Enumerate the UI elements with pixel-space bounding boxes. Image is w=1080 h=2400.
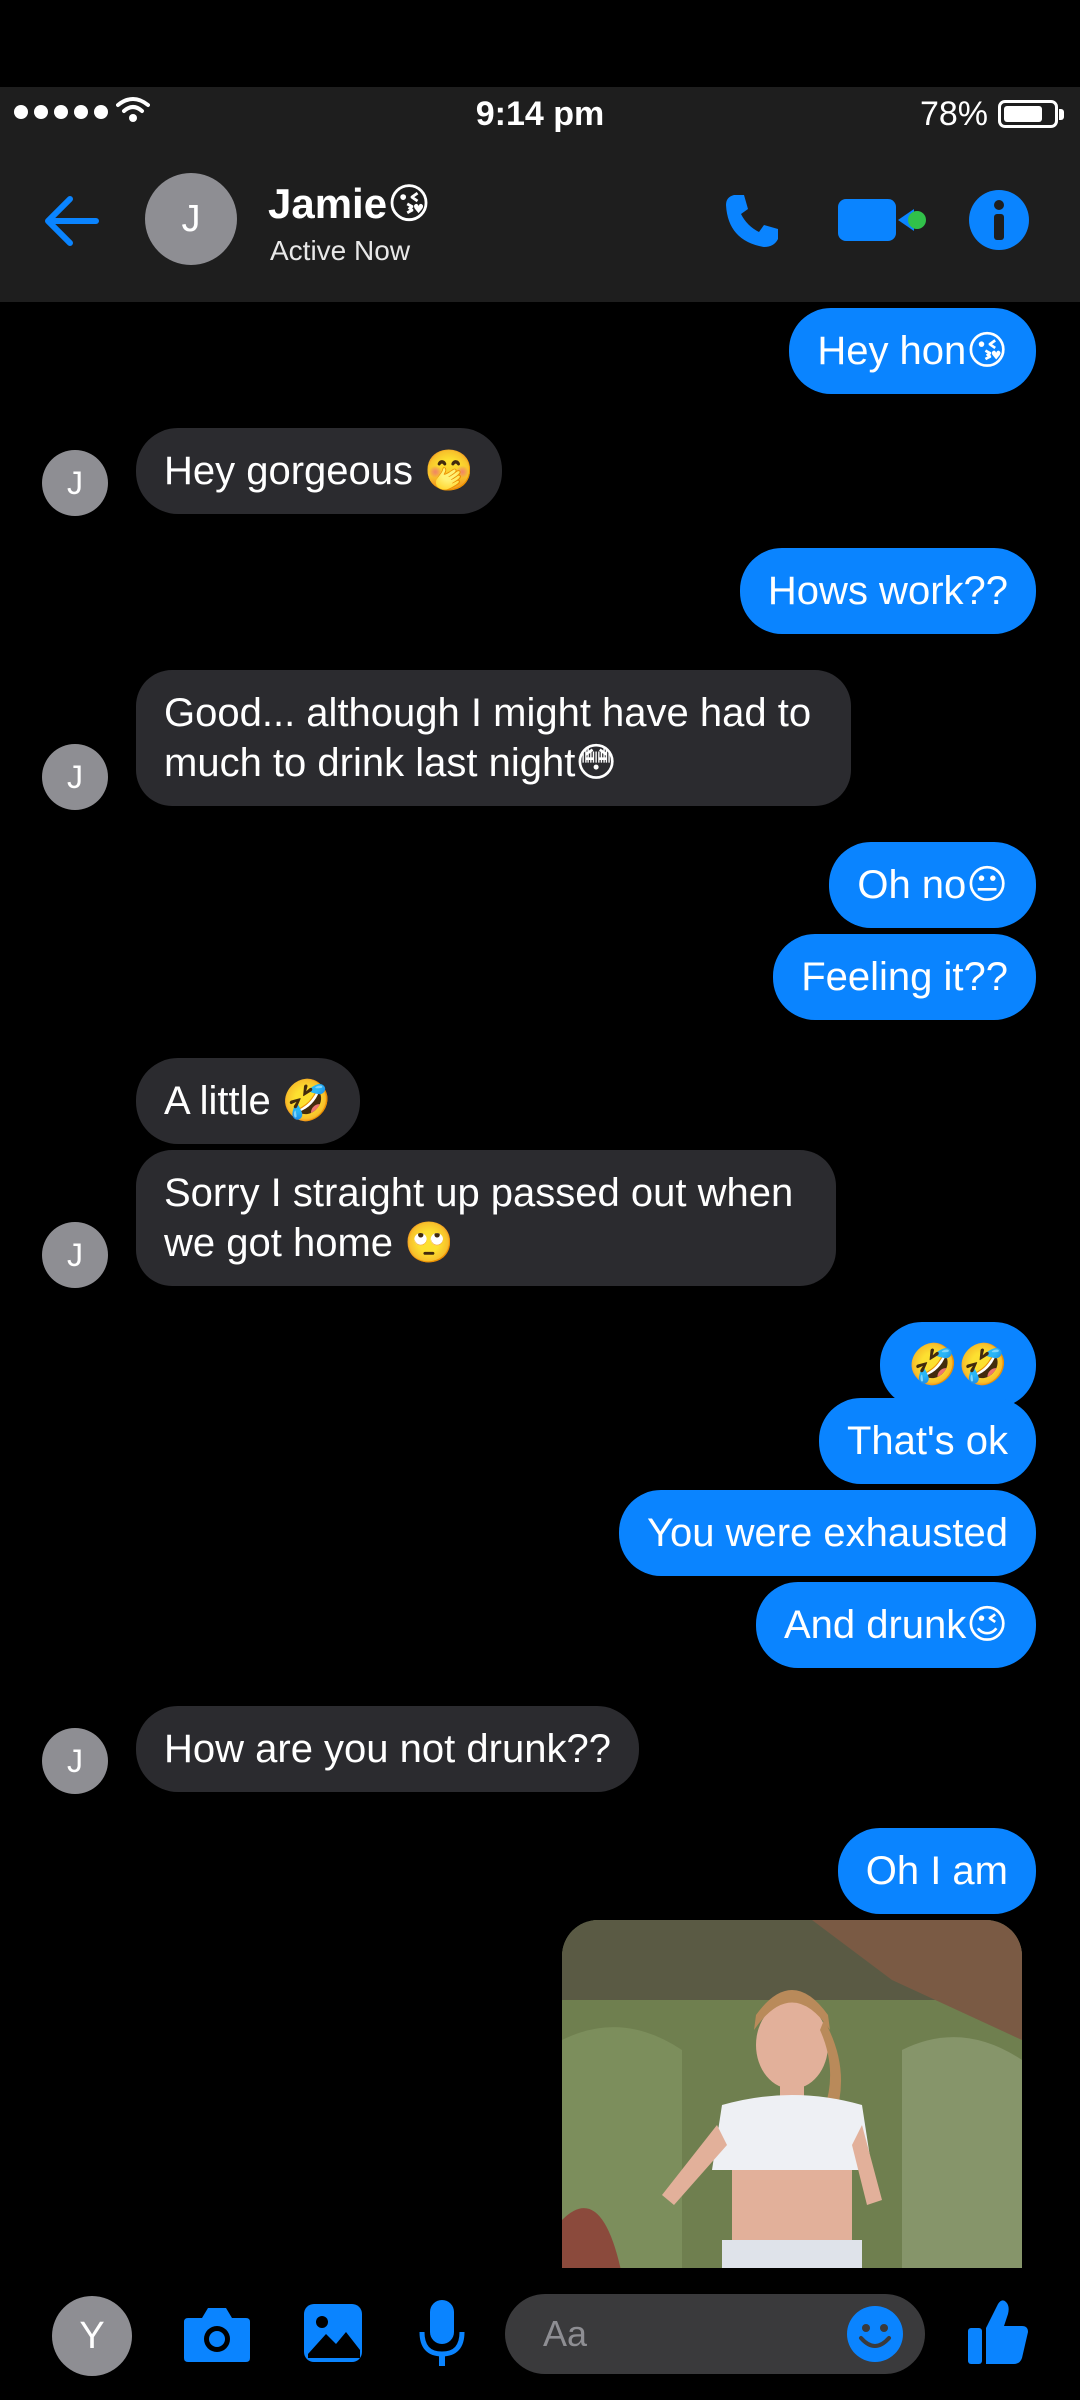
conversation-header: J Jamie😘 Active Now <box>0 141 1080 302</box>
incoming-message[interactable]: Hey gorgeous 🤭 <box>136 428 502 514</box>
outgoing-message[interactable]: 🤣🤣 <box>880 1322 1036 1408</box>
outgoing-message[interactable]: Oh I am <box>837 1828 1036 1914</box>
video-call-icon[interactable] <box>836 197 928 243</box>
contact-avatar-small[interactable]: J <box>42 450 108 516</box>
gallery-icon[interactable] <box>302 2302 364 2364</box>
contact-avatar-small[interactable]: J <box>42 1222 108 1288</box>
camera-icon[interactable] <box>182 2304 252 2364</box>
outgoing-message[interactable]: Hows work?? <box>739 548 1036 634</box>
incoming-message[interactable]: A little 🤣 <box>136 1058 360 1144</box>
incoming-message[interactable]: How are you not drunk?? <box>136 1706 639 1792</box>
photo-attachment[interactable] <box>562 1920 1022 2268</box>
incoming-message[interactable]: Sorry I straight up passed out when we g… <box>136 1150 836 1286</box>
outgoing-message[interactable]: Feeling it?? <box>773 934 1036 1020</box>
contact-avatar-small[interactable]: J <box>42 744 108 810</box>
status-time: 9:14 pm <box>475 95 605 133</box>
emoji-icon[interactable] <box>845 2304 905 2364</box>
contact-status: Active Now <box>270 235 411 266</box>
outgoing-message[interactable]: You were exhausted <box>618 1490 1036 1576</box>
composer-bar: Y <box>0 2268 1080 2400</box>
outgoing-message[interactable]: Oh no😐 <box>829 842 1036 928</box>
thumbs-up-icon[interactable] <box>966 2298 1030 2366</box>
contact-name[interactable]: Jamie😘 <box>268 179 431 228</box>
contact-avatar[interactable]: J <box>145 173 237 265</box>
battery-icon <box>998 100 1064 128</box>
info-icon[interactable] <box>968 189 1030 251</box>
message-thread[interactable]: Hey hon😘 J Hey gorgeous 🤭 Hows work?? J … <box>0 302 1080 2268</box>
outgoing-message[interactable]: That's ok <box>818 1398 1036 1484</box>
incoming-message[interactable]: Good... although I might have had to muc… <box>136 670 851 806</box>
message-input[interactable] <box>543 2308 823 2360</box>
my-avatar[interactable]: Y <box>52 2296 132 2376</box>
outgoing-message[interactable]: Hey hon😘 <box>789 308 1036 394</box>
phone-call-icon[interactable] <box>722 191 782 251</box>
battery-percent: 78% <box>919 95 988 133</box>
back-arrow-icon[interactable] <box>42 193 102 249</box>
microphone-icon[interactable] <box>418 2298 466 2370</box>
contact-avatar-small[interactable]: J <box>42 1728 108 1794</box>
message-input-wrapper <box>505 2294 925 2374</box>
outgoing-message[interactable]: And drunk😉 <box>755 1582 1036 1668</box>
status-bar: 9:14 pm 78% <box>0 87 1080 141</box>
